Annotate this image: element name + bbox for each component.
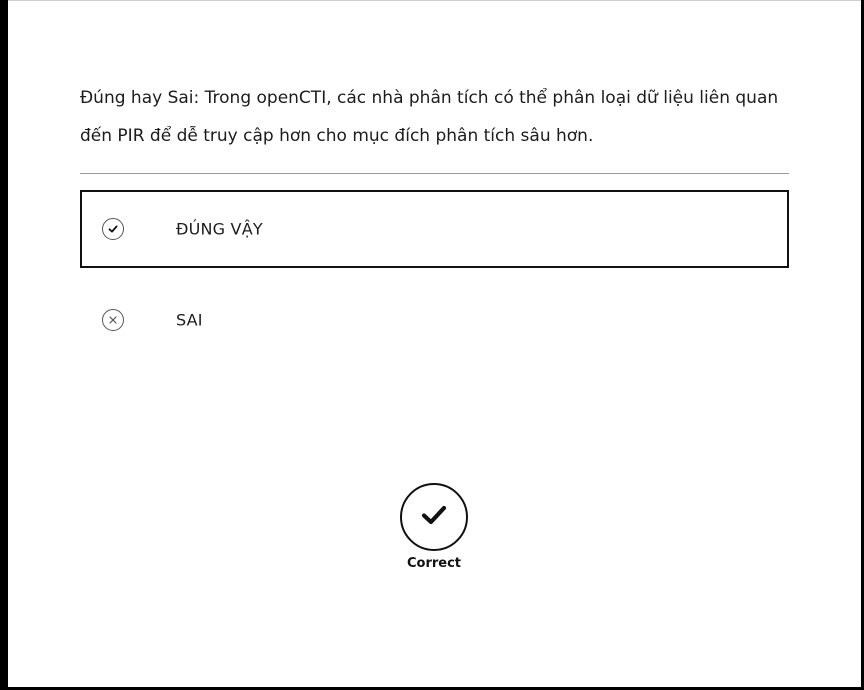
x-circle-icon	[102, 309, 124, 331]
option-true[interactable]: ĐÚNG VẬY	[80, 190, 789, 268]
option-label-false: SAI	[176, 310, 203, 330]
check-circle-icon	[102, 218, 124, 240]
option-label-true: ĐÚNG VẬY	[176, 219, 263, 239]
divider	[80, 173, 789, 174]
quiz-panel: Đúng hay Sai: Trong openCTI, các nhà phâ…	[8, 0, 861, 687]
question-text: Đúng hay Sai: Trong openCTI, các nhà phâ…	[80, 88, 779, 146]
check-icon	[421, 504, 447, 531]
result-label: Correct	[406, 556, 462, 571]
result-check-badge	[400, 483, 468, 551]
option-false[interactable]: SAI	[80, 281, 789, 359]
